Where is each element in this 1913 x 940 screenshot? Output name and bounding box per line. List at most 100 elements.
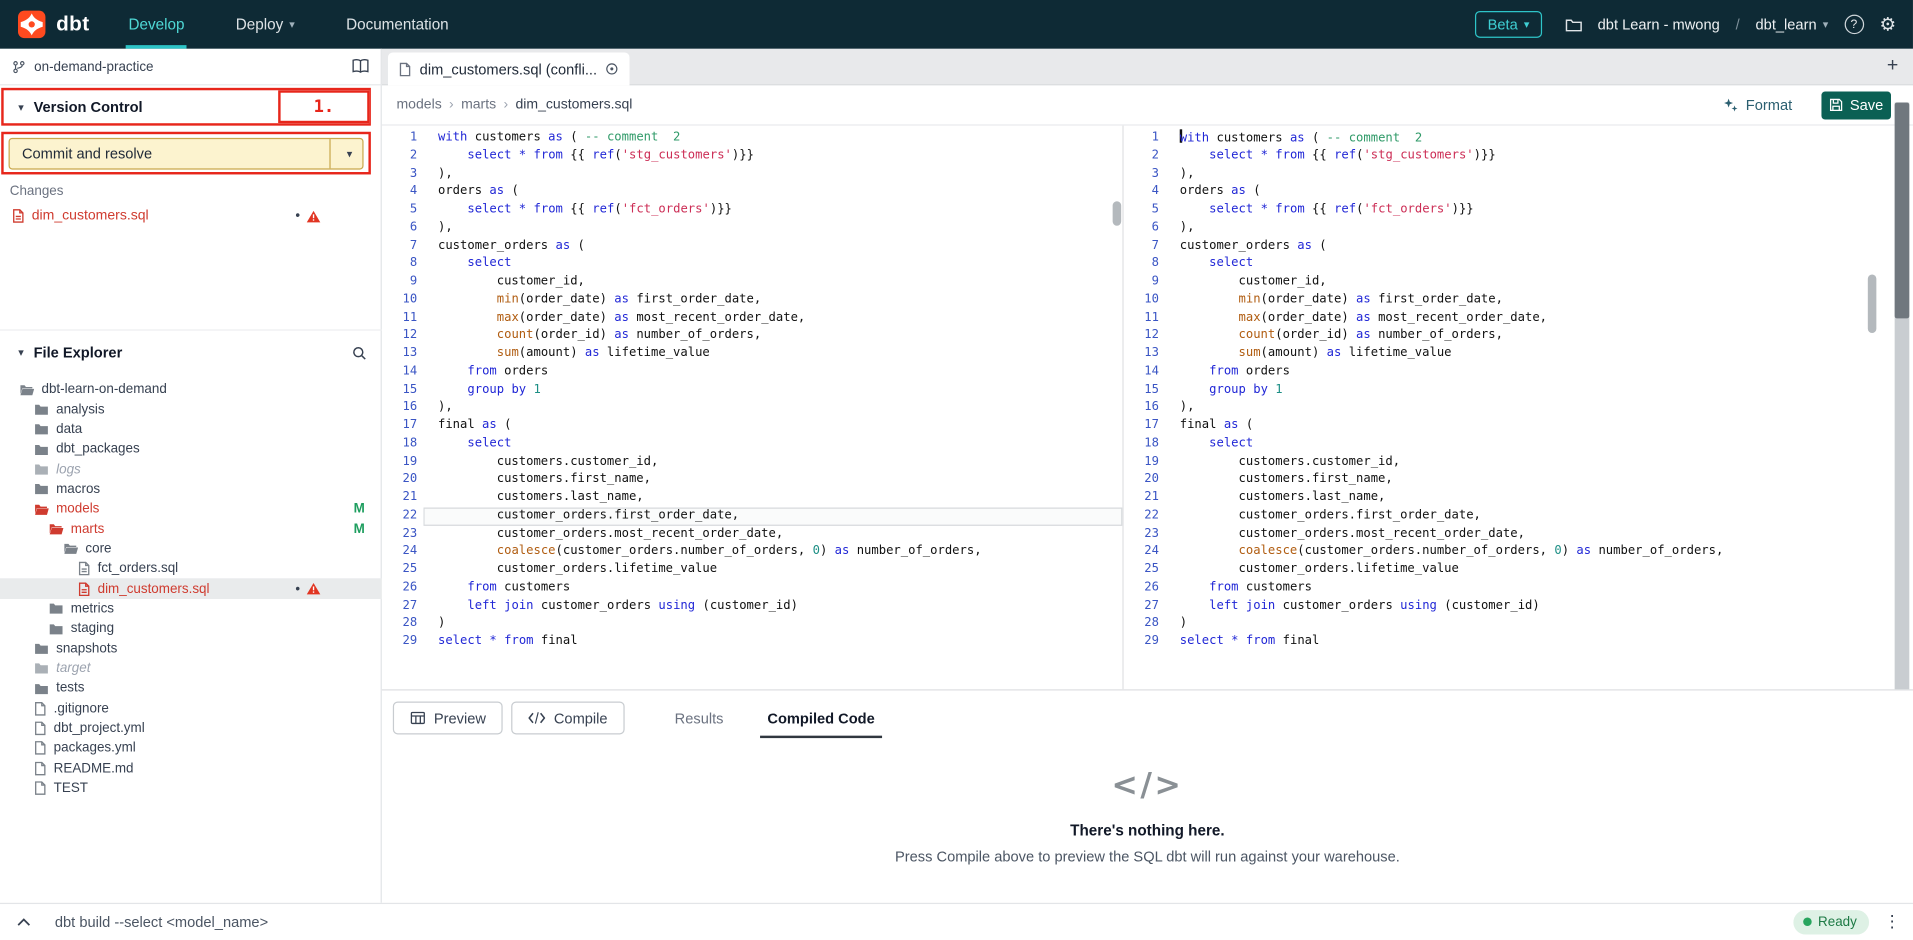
topnav-item-documentation[interactable]: Documentation (344, 0, 451, 49)
code-line[interactable]: customer_orders.most_recent_order_date, (1165, 525, 1877, 543)
code-line[interactable]: customers.first_name, (1165, 471, 1877, 489)
file-tree-item[interactable]: macros (0, 479, 382, 499)
code-line[interactable]: customers.first_name, (423, 471, 1122, 489)
tab-results[interactable]: Results (653, 702, 746, 735)
project-selector[interactable]: dbt_learn ▾ (1756, 16, 1829, 33)
file-explorer-section-header[interactable]: ▾ File Explorer (0, 340, 382, 364)
file-tree-item[interactable]: .gitignore (0, 698, 382, 718)
commit-and-resolve-button[interactable]: Commit and resolve ▾ (9, 138, 364, 170)
code-line[interactable]: customer_id, (423, 273, 1122, 291)
file-tree-item[interactable]: dim_customers.sql• (0, 579, 382, 599)
code-line[interactable]: left join customer_orders using (custome… (423, 597, 1122, 615)
code-line[interactable]: left join customer_orders using (custome… (1165, 597, 1877, 615)
editor-scrollbar[interactable] (1113, 201, 1122, 225)
code-area[interactable]: with customers as ( -- comment 2 select … (1165, 126, 1877, 690)
code-line[interactable]: customer_orders as ( (1165, 237, 1877, 255)
file-tree-item[interactable]: README.md (0, 758, 382, 778)
code-line[interactable]: select * from final (423, 633, 1122, 651)
commit-dropdown-toggle[interactable]: ▾ (329, 139, 362, 168)
command-input[interactable]: dbt build --select <model_name> (55, 913, 268, 930)
code-line[interactable]: customer_orders.lifetime_value (1165, 561, 1877, 579)
breadcrumb-item[interactable]: marts (461, 98, 496, 113)
file-tree-item[interactable]: dbt_project.yml (0, 718, 382, 738)
code-line[interactable]: ), (423, 165, 1122, 183)
save-button[interactable]: Save (1821, 91, 1891, 119)
code-line[interactable]: count(order_id) as number_of_orders, (1165, 327, 1877, 345)
beta-dropdown[interactable]: Beta ▾ (1475, 11, 1541, 38)
breadcrumb-item[interactable]: dim_customers.sql (515, 98, 632, 113)
format-button[interactable]: Format (1723, 96, 1793, 113)
topnav-item-deploy[interactable]: Deploy▾ (233, 0, 297, 49)
topnav-item-develop[interactable]: Develop (126, 0, 187, 49)
tab-compiled-code[interactable]: Compiled Code (745, 702, 896, 735)
code-line[interactable]: final as ( (423, 417, 1122, 435)
code-line[interactable]: orders as ( (1165, 183, 1877, 201)
settings-gear-icon[interactable]: ⚙ (1879, 15, 1895, 33)
code-line[interactable]: ) (1165, 615, 1877, 633)
code-line[interactable]: ) (423, 615, 1122, 633)
new-tab-button[interactable]: + (1887, 55, 1898, 77)
help-button[interactable]: ? (1844, 15, 1864, 35)
code-line[interactable]: select * from {{ ref('stg_customers')}} (423, 147, 1122, 165)
code-line[interactable]: with customers as ( -- comment 2 (1165, 129, 1877, 147)
code-line[interactable]: select * from {{ ref('fct_orders')}} (1165, 201, 1877, 219)
file-tree-item[interactable]: snapshots (0, 639, 382, 659)
file-tree-item[interactable]: target (0, 659, 382, 679)
file-tree-item[interactable]: tests (0, 679, 382, 699)
code-line[interactable]: final as ( (1165, 417, 1877, 435)
file-tree-item[interactable]: TEST (0, 778, 382, 798)
file-tree-item[interactable]: metrics (0, 599, 382, 619)
code-line[interactable]: from orders (423, 363, 1122, 381)
code-line[interactable]: min(order_date) as first_order_date, (423, 291, 1122, 309)
code-line[interactable]: ), (423, 219, 1122, 237)
code-line[interactable]: count(order_id) as number_of_orders, (423, 327, 1122, 345)
file-tree-item[interactable]: staging (0, 619, 382, 639)
code-line[interactable]: customer_id, (1165, 273, 1877, 291)
file-tree-item[interactable]: fct_orders.sql (0, 559, 382, 579)
file-tree-item[interactable]: logs (0, 459, 382, 479)
code-line[interactable]: select * from {{ ref('fct_orders')}} (423, 201, 1122, 219)
chevron-up-icon[interactable] (17, 917, 30, 927)
code-line[interactable]: customers.customer_id, (1165, 453, 1877, 471)
code-line[interactable]: select (423, 435, 1122, 453)
code-line[interactable]: ), (1165, 165, 1877, 183)
code-line[interactable]: customer_orders.first_order_date, (1165, 507, 1877, 525)
code-line[interactable]: coalesce(customer_orders.number_of_order… (423, 543, 1122, 561)
account-name[interactable]: dbt Learn - mwong (1598, 16, 1720, 33)
editor-tab-dim-customers[interactable]: dim_customers.sql (confli... (388, 52, 630, 85)
code-line[interactable]: group by 1 (1165, 381, 1877, 399)
file-tree-item[interactable]: martsM (0, 519, 382, 539)
code-line[interactable]: customer_orders.first_order_date, (423, 507, 1122, 525)
code-line[interactable]: ), (1165, 399, 1877, 417)
code-line[interactable]: group by 1 (423, 381, 1122, 399)
modified-indicator-icon[interactable] (606, 62, 619, 75)
code-line[interactable]: select * from final (1165, 633, 1877, 651)
scrollbar-thumb[interactable] (1895, 102, 1910, 318)
code-area[interactable]: with customers as ( -- comment 2 select … (423, 126, 1122, 690)
code-line[interactable]: from orders (1165, 363, 1877, 381)
search-icon[interactable] (351, 345, 367, 361)
code-line[interactable]: from customers (423, 579, 1122, 597)
code-line[interactable]: with customers as ( -- comment 2 (423, 129, 1122, 147)
file-tree-item[interactable]: core (0, 539, 382, 559)
code-line[interactable]: ), (1165, 219, 1877, 237)
breadcrumb-item[interactable]: models (397, 98, 442, 113)
code-line[interactable]: max(order_date) as most_recent_order_dat… (1165, 309, 1877, 327)
code-line[interactable]: customers.last_name, (423, 489, 1122, 507)
dbt-logo[interactable]: dbt (17, 10, 89, 39)
editor-pane-right[interactable]: 1234567891011121314151617181920212223242… (1124, 126, 1878, 690)
editor-pane-left[interactable]: 1234567891011121314151617181920212223242… (382, 126, 1124, 690)
kebab-menu-icon[interactable]: ⋮ (1884, 911, 1901, 932)
branch-selector[interactable]: on-demand-practice (0, 49, 382, 86)
code-line[interactable]: customers.last_name, (1165, 489, 1877, 507)
code-line[interactable]: from customers (1165, 579, 1877, 597)
code-line[interactable]: select (1165, 435, 1877, 453)
code-line[interactable]: select (423, 255, 1122, 273)
code-line[interactable]: max(order_date) as most_recent_order_dat… (423, 309, 1122, 327)
code-line[interactable]: select (1165, 255, 1877, 273)
code-line[interactable]: min(order_date) as first_order_date, (1165, 291, 1877, 309)
changed-file-item[interactable]: dim_customers.sql• (0, 205, 382, 227)
file-tree-item[interactable]: packages.yml (0, 738, 382, 758)
code-line[interactable]: select * from {{ ref('stg_customers')}} (1165, 147, 1877, 165)
preview-button[interactable]: Preview (393, 702, 503, 735)
